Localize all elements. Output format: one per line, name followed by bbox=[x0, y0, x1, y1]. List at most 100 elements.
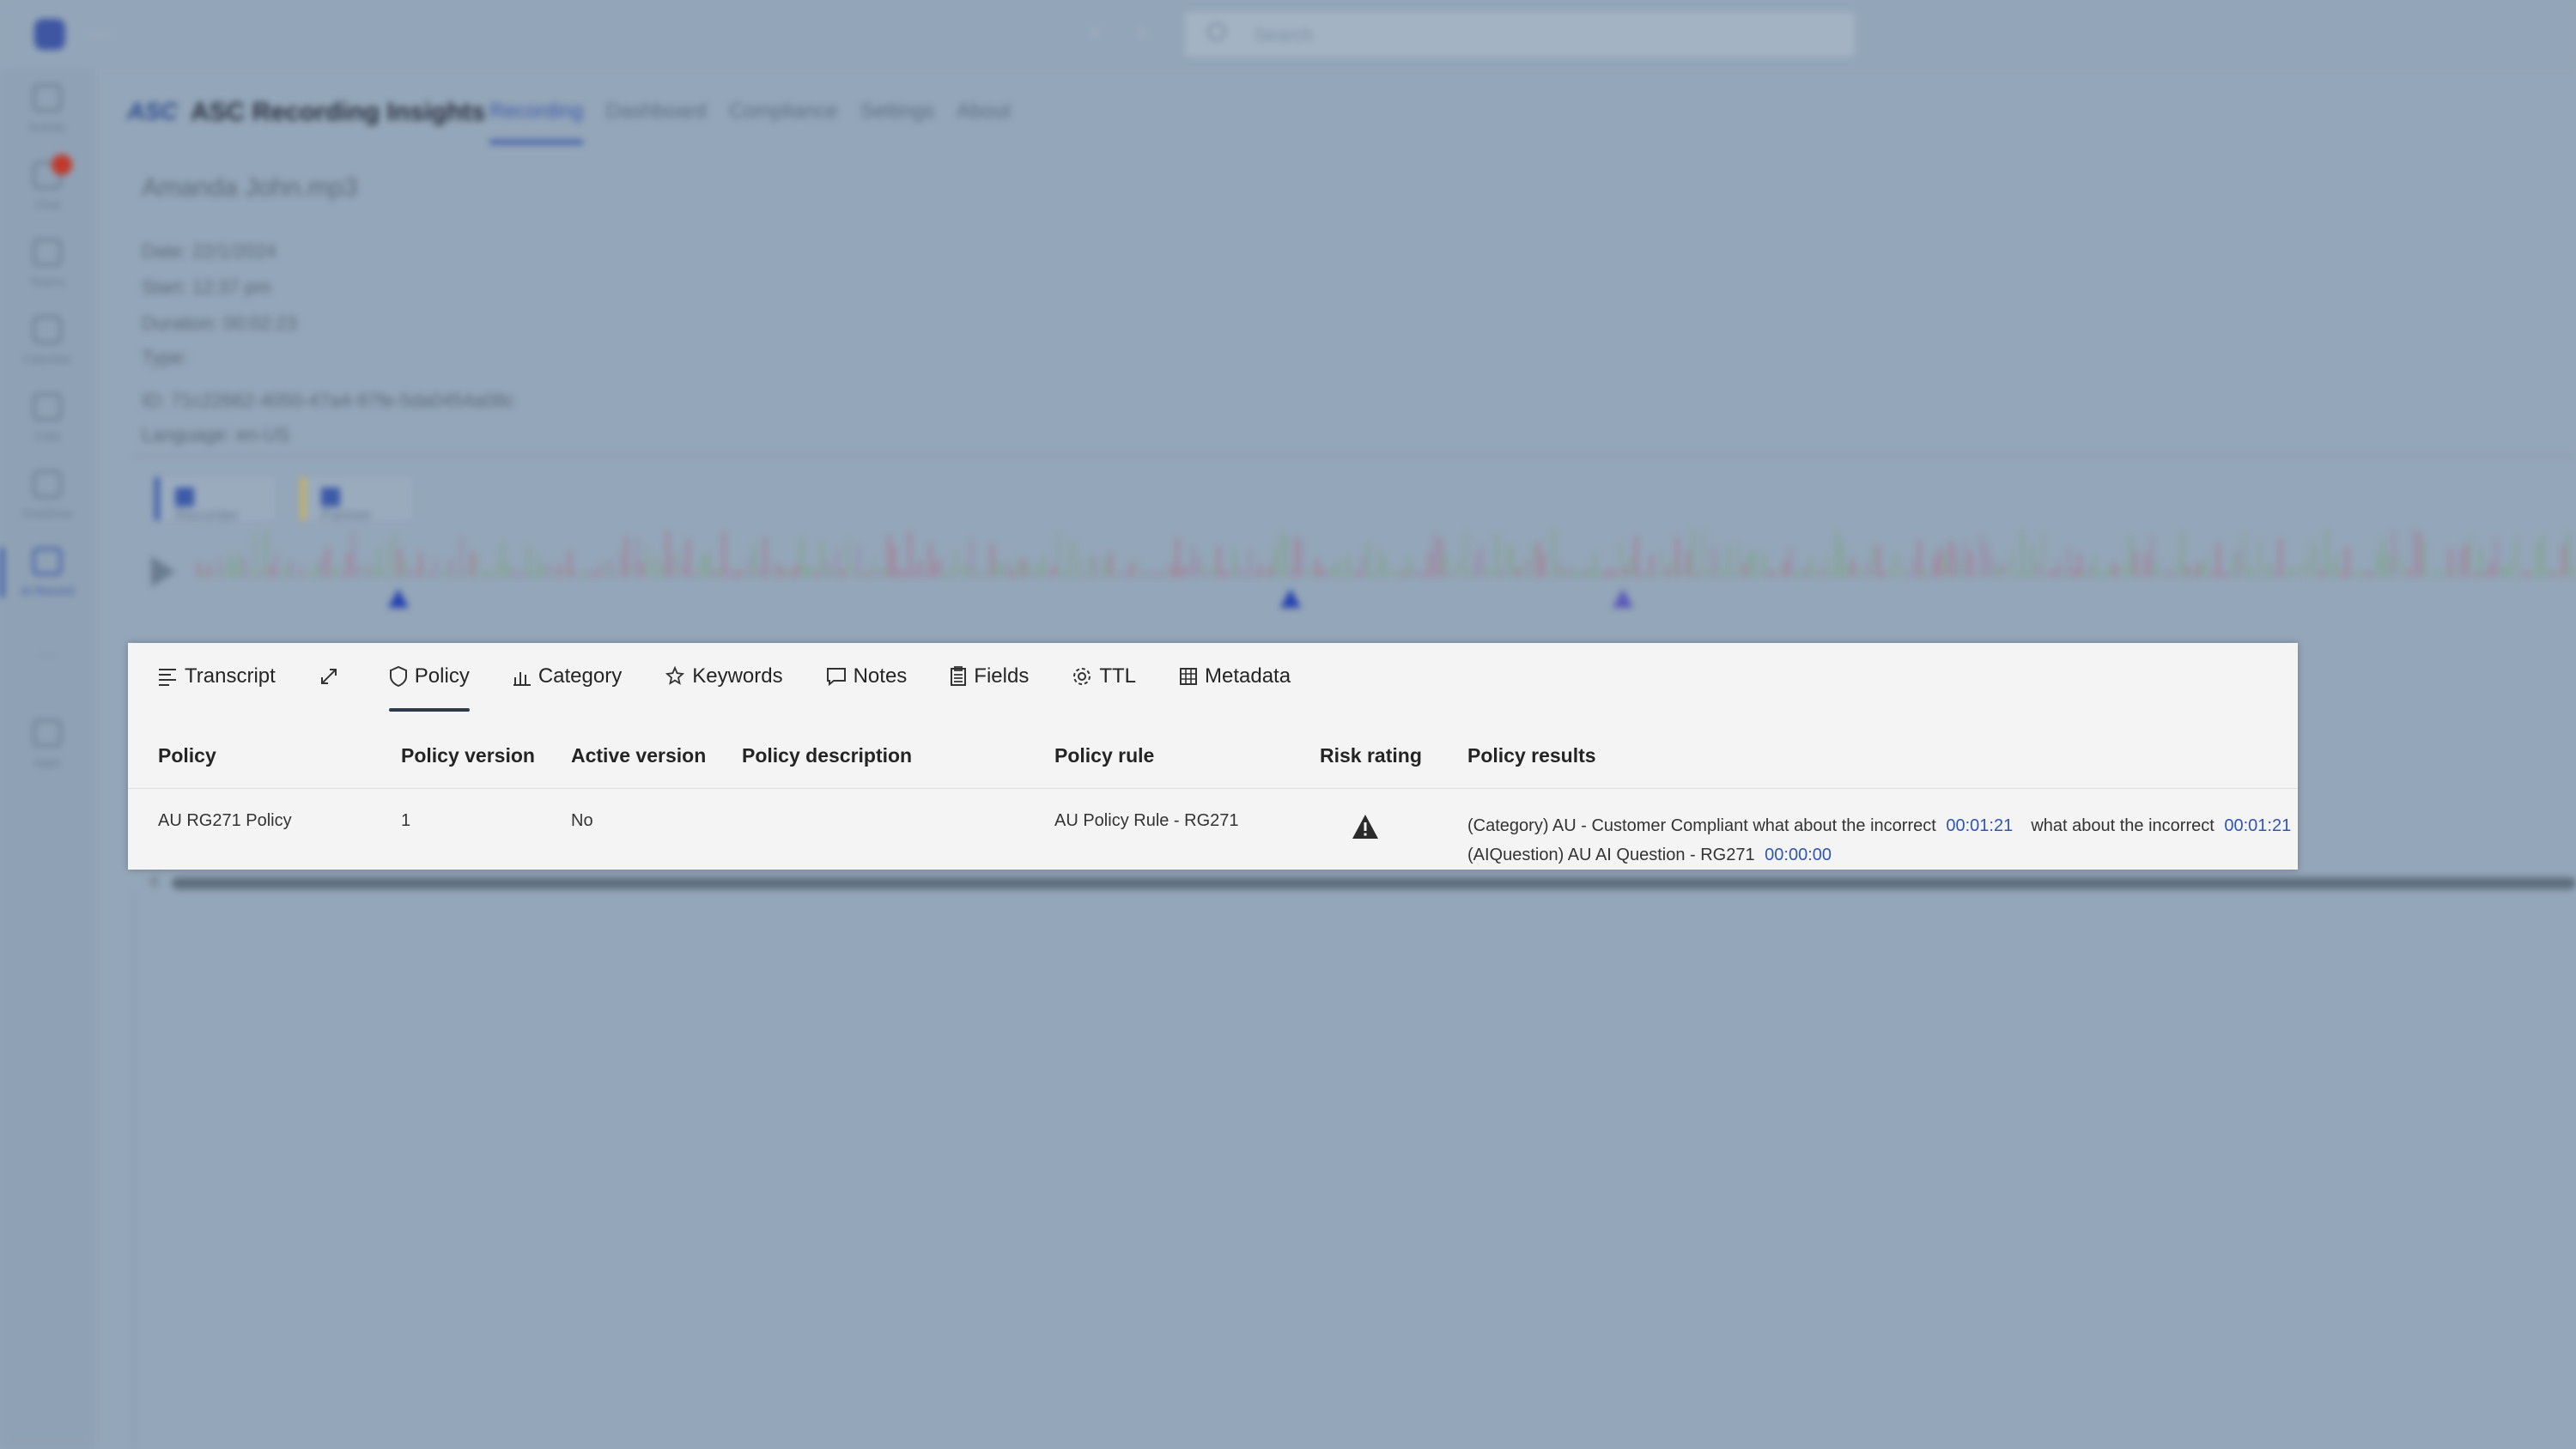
tab-category[interactable]: Category bbox=[513, 653, 622, 700]
waveform-bar bbox=[2495, 538, 2498, 577]
waveform-bar bbox=[522, 570, 525, 577]
policy-marker[interactable] bbox=[388, 589, 409, 608]
waveform-bar bbox=[1310, 570, 1313, 577]
waveform-bar bbox=[527, 546, 530, 577]
tab-ttl[interactable]: TTL bbox=[1072, 653, 1136, 700]
waveform-bar bbox=[1944, 552, 1947, 577]
waveform-bar bbox=[625, 537, 628, 577]
tab-settings[interactable]: Settings bbox=[860, 100, 935, 144]
back-arrow-icon[interactable]: ‹ bbox=[1091, 17, 1099, 45]
waveform-bar bbox=[1341, 571, 1344, 577]
waveform-bar bbox=[924, 571, 927, 577]
rail-item-chat[interactable]: Chat bbox=[0, 155, 94, 223]
tab-dashboard[interactable]: Dashboard bbox=[605, 100, 706, 144]
waveform-bar bbox=[749, 557, 751, 577]
waveform-bar bbox=[1496, 533, 1498, 577]
waveform-bar bbox=[1558, 563, 1560, 577]
waveform-bar bbox=[960, 564, 963, 577]
column-header-active-version[interactable]: Active version bbox=[571, 744, 706, 767]
speaker-partner[interactable]: Partner bbox=[301, 477, 412, 524]
waveform-bar bbox=[2372, 571, 2374, 577]
rail-item-apps[interactable]: Apps bbox=[0, 712, 94, 781]
rail-item-calls[interactable]: Calls bbox=[0, 386, 94, 455]
column-header-policy-results[interactable]: Policy results bbox=[1467, 744, 1596, 767]
tab-keywords[interactable]: Keywords bbox=[665, 653, 783, 700]
waveform-bar bbox=[1568, 567, 1571, 577]
waveform-bar bbox=[2279, 539, 2281, 577]
waveform-bar bbox=[1285, 535, 1287, 577]
audio-waveform[interactable] bbox=[146, 524, 2576, 592]
tab-transcript[interactable]: Transcript bbox=[157, 653, 276, 700]
waveform-bar bbox=[1465, 531, 1467, 577]
column-header-policy-rule[interactable]: Policy rule bbox=[1054, 744, 1154, 767]
rail-item-more[interactable]: ··· bbox=[0, 635, 94, 704]
tab-fields[interactable]: Fields bbox=[950, 653, 1029, 700]
waveform-bar bbox=[1233, 548, 1236, 577]
tab-notes[interactable]: Notes bbox=[826, 653, 907, 700]
search-input[interactable]: Search bbox=[1185, 12, 1855, 57]
column-header-risk-rating[interactable]: Risk rating bbox=[1320, 744, 1422, 767]
timestamp-link[interactable]: 00:01:21 bbox=[1946, 816, 2013, 835]
waveform-bar bbox=[836, 549, 839, 577]
waveform-bar bbox=[2289, 567, 2292, 577]
cell-policy-results: (Category) AU - Customer Compliant what … bbox=[1467, 811, 2291, 870]
waveform-bar bbox=[1455, 561, 1457, 577]
waveform-bar bbox=[2356, 569, 2359, 577]
rail-item-activity[interactable]: Activity bbox=[0, 77, 94, 146]
rail-item-onedrive[interactable]: OneDrive bbox=[0, 464, 94, 532]
waveform-bar bbox=[2114, 563, 2117, 577]
result-aiquestion-text: (AIQuestion) AU AI Question - RG271 bbox=[1467, 846, 1755, 864]
waveform-bar bbox=[1372, 571, 1375, 577]
tab-compliance[interactable]: Compliance bbox=[729, 100, 838, 144]
waveform-bar bbox=[1042, 556, 1045, 577]
tab-policy[interactable]: Policy bbox=[388, 653, 470, 712]
waveform-bar bbox=[1094, 555, 1097, 577]
rail-item-calendar[interactable]: Calendar bbox=[0, 309, 94, 378]
waveform-bar bbox=[965, 564, 968, 577]
policy-marker[interactable] bbox=[1613, 589, 1633, 608]
column-header-policy-description[interactable]: Policy description bbox=[742, 744, 912, 767]
waveform-bar bbox=[934, 561, 937, 577]
tab-about[interactable]: About bbox=[957, 100, 1011, 144]
rail-item-ai-record[interactable]: AI Record bbox=[0, 541, 94, 609]
waveform-bar bbox=[1001, 563, 1004, 577]
waveform-bar bbox=[1115, 571, 1117, 577]
waveform-bar bbox=[1893, 555, 1895, 577]
waveform-bar bbox=[1929, 571, 1931, 577]
column-header-policy[interactable]: Policy bbox=[158, 744, 216, 767]
scroll-left-icon[interactable] bbox=[148, 874, 158, 889]
waveform-bar bbox=[893, 546, 896, 577]
waveform-bar bbox=[1130, 562, 1133, 577]
waveform-bar bbox=[1980, 535, 1983, 577]
waveform-bar bbox=[981, 571, 983, 577]
waveform-bar bbox=[264, 532, 267, 577]
timestamp-link[interactable]: 00:00:00 bbox=[1765, 846, 1832, 864]
timestamp-link[interactable]: 00:01:21 bbox=[2224, 816, 2291, 835]
table-row[interactable]: AU RG271 Policy 1 No AU Policy Rule - RG… bbox=[128, 789, 2298, 866]
forward-arrow-icon[interactable]: › bbox=[1137, 17, 1145, 45]
tab-metadata[interactable]: Metadata bbox=[1179, 653, 1291, 700]
tab-recording[interactable]: Recording bbox=[489, 100, 584, 144]
waveform-bar bbox=[2526, 571, 2529, 577]
waveform-bar bbox=[1831, 570, 1833, 577]
expand-button[interactable] bbox=[319, 653, 346, 700]
waveform-bar bbox=[1357, 569, 1359, 577]
notification-badge bbox=[52, 155, 72, 175]
result-category-text: (Category) AU - Customer Compliant what … bbox=[1467, 816, 1936, 835]
waveform-bar bbox=[2428, 571, 2431, 577]
rail-item-teams[interactable]: Teams bbox=[0, 232, 94, 300]
waveform-bar bbox=[1810, 558, 1813, 577]
speaker-recorder[interactable]: Recorder bbox=[155, 477, 275, 524]
horizontal-scrollbar[interactable] bbox=[172, 877, 2576, 889]
waveform-bar bbox=[1604, 571, 1607, 577]
waveform-bar bbox=[1918, 540, 1921, 577]
waveform-bar bbox=[1460, 558, 1462, 577]
waveform-bar bbox=[1846, 565, 1849, 577]
policy-marker[interactable] bbox=[1280, 589, 1301, 608]
waveform-bar bbox=[1212, 565, 1215, 577]
waveform-bar bbox=[1877, 545, 1880, 577]
more-icon[interactable]: ··· bbox=[89, 22, 110, 46]
waveform-bar bbox=[1769, 570, 1771, 577]
waveform-bar bbox=[1295, 537, 1297, 577]
column-header-policy-version[interactable]: Policy version bbox=[401, 744, 535, 767]
